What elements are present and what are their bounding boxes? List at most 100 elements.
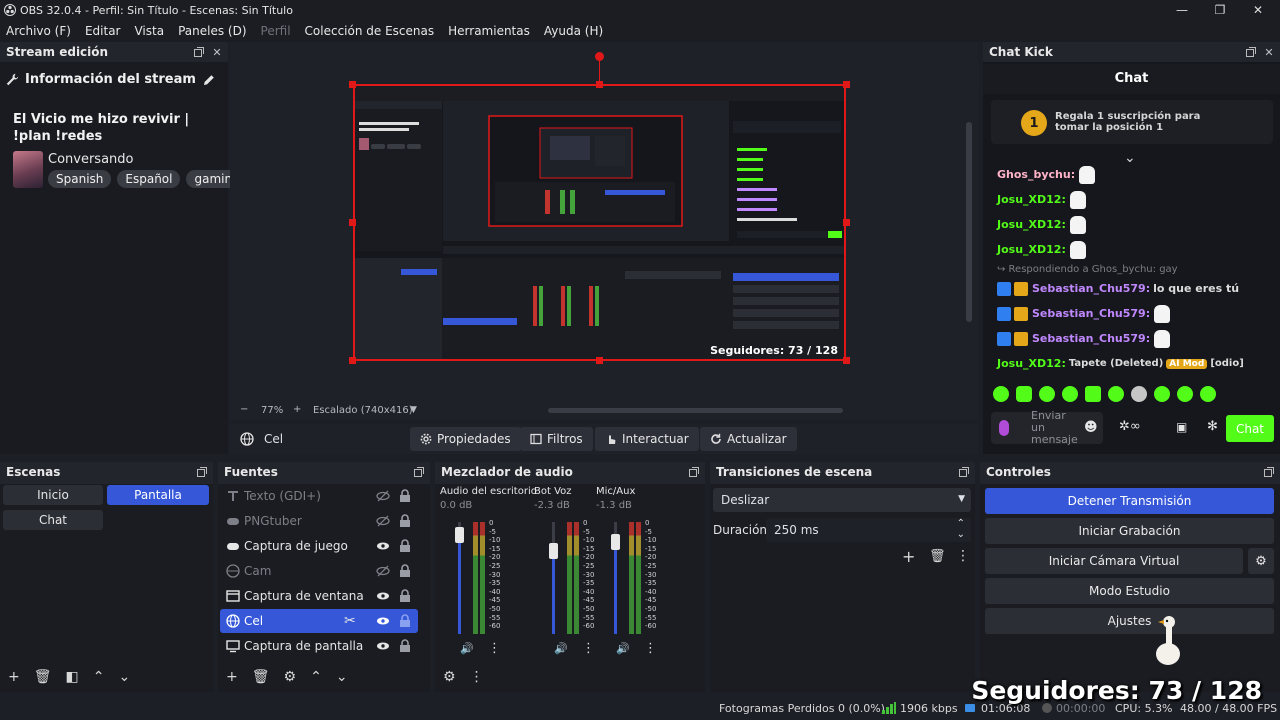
scene-item-chat[interactable]: Chat: [3, 510, 103, 530]
transition-select[interactable]: Deslizar ▼: [713, 488, 971, 512]
microphone-icon[interactable]: [999, 420, 1009, 436]
undock-icon[interactable]: [195, 465, 209, 479]
rotation-handle[interactable]: [595, 52, 604, 61]
move-up-icon[interactable]: ⌃: [93, 669, 105, 685]
menu-paneles[interactable]: Paneles (D): [172, 24, 254, 38]
chat-username[interactable]: Sebastian_Chu579:: [1032, 282, 1150, 295]
source-item[interactable]: PNGtuber: [220, 509, 418, 533]
eye-icon[interactable]: [376, 614, 390, 628]
stop-stream-button[interactable]: Detener Transmisión: [985, 488, 1274, 514]
remove-transition-icon[interactable]: 🗑: [929, 549, 946, 564]
eye-icon[interactable]: [376, 589, 390, 603]
resize-handle[interactable]: [843, 357, 850, 364]
source-item[interactable]: Captura de pantalla: [220, 634, 418, 658]
eye-icon[interactable]: [376, 539, 390, 553]
emote-icon[interactable]: [1154, 386, 1170, 402]
source-item[interactable]: Cam: [220, 559, 418, 583]
emote-icon[interactable]: [1085, 386, 1101, 402]
hype-icon[interactable]: ✲∞: [1119, 419, 1141, 434]
resize-handle[interactable]: [349, 219, 356, 226]
close-dock-icon[interactable]: ✕: [210, 45, 224, 59]
more-options-icon[interactable]: ⋮: [956, 548, 970, 564]
volume-slider-handle[interactable]: [549, 543, 558, 559]
resize-handle[interactable]: [843, 219, 850, 226]
emote-icon[interactable]: [1131, 386, 1147, 402]
move-down-icon[interactable]: ⌄: [118, 669, 130, 685]
resize-handle[interactable]: [596, 357, 603, 364]
preview-vertical-scrollbar[interactable]: [966, 122, 972, 322]
mixer-settings-icon[interactable]: ⚙: [443, 669, 456, 685]
chat-username[interactable]: Josu_XD12:: [997, 243, 1066, 256]
eye-hidden-icon[interactable]: [376, 564, 390, 578]
remove-source-icon[interactable]: 🗑: [252, 669, 270, 685]
gift-icon[interactable]: ▣: [1176, 420, 1187, 434]
chat-username[interactable]: Sebastian_Chu579:: [1032, 307, 1150, 320]
chat-input-box[interactable]: Enviar un mensaje ☻: [991, 410, 1103, 446]
emote-icon[interactable]: [1016, 386, 1032, 402]
chat-username[interactable]: Josu_XD12:: [997, 193, 1066, 206]
undock-icon[interactable]: [687, 465, 701, 479]
volume-slider-handle[interactable]: [455, 527, 464, 543]
virtual-camera-button[interactable]: Iniciar Cámara Virtual: [985, 548, 1243, 574]
lock-icon[interactable]: [399, 614, 411, 628]
pinned-gift-banner[interactable]: 1 Regala 1 suscripción para tomar la pos…: [991, 100, 1273, 144]
emote-icon[interactable]: [1039, 386, 1055, 402]
chevron-down-icon[interactable]: ▼: [410, 405, 417, 415]
source-item[interactable]: Texto (GDI+): [220, 484, 418, 508]
interact-button[interactable]: Interactuar: [595, 427, 699, 451]
spinner-icon[interactable]: ⌃ ⌄: [957, 518, 965, 540]
settings-button[interactable]: Ajustes: [985, 608, 1274, 634]
duration-input[interactable]: 250 ms ⌃ ⌄: [766, 518, 971, 542]
zoom-out-button[interactable]: −: [240, 404, 248, 415]
close-dock-icon[interactable]: ✕: [1262, 45, 1276, 59]
undock-icon[interactable]: [192, 45, 206, 59]
more-options-icon[interactable]: ⋮: [644, 641, 657, 656]
refresh-button[interactable]: Actualizar: [700, 427, 797, 451]
menu-archivo[interactable]: Archivo (F): [0, 24, 79, 38]
filters-button[interactable]: Filtros: [520, 427, 593, 451]
emoji-icon[interactable]: ☻: [1084, 420, 1098, 435]
chat-send-button[interactable]: Chat: [1226, 415, 1274, 442]
close-button[interactable]: ✕: [1238, 0, 1278, 20]
add-source-icon[interactable]: +: [226, 669, 238, 685]
speaker-icon[interactable]: 🔊: [616, 642, 630, 655]
emote-icon[interactable]: [1108, 386, 1124, 402]
more-options-icon[interactable]: ⋮: [488, 641, 501, 656]
eye-icon[interactable]: [376, 639, 390, 653]
lock-icon[interactable]: [399, 539, 411, 553]
scene-filters-icon[interactable]: ◧: [66, 669, 79, 685]
menu-ayuda[interactable]: Ayuda (H): [538, 24, 611, 38]
more-options-icon[interactable]: ⋮: [470, 669, 484, 685]
scene-item-inicio[interactable]: Inicio: [3, 485, 103, 505]
lock-icon[interactable]: [399, 639, 411, 653]
scene-item-pantalla[interactable]: Pantalla: [107, 485, 209, 505]
emote-icon[interactable]: [1062, 386, 1078, 402]
speaker-icon[interactable]: 🔊: [460, 642, 474, 655]
canvas-preview[interactable]: Seguidores: 73 / 128: [353, 84, 846, 361]
speaker-icon[interactable]: 🔊: [554, 642, 568, 655]
chat-username[interactable]: Josu_XD12:: [997, 218, 1066, 231]
resize-handle[interactable]: [596, 81, 603, 88]
menu-perfil[interactable]: Perfil: [255, 24, 299, 38]
more-options-icon[interactable]: ⋮: [582, 641, 595, 656]
emote-icon[interactable]: [1177, 386, 1193, 402]
add-transition-icon[interactable]: +: [902, 547, 915, 566]
start-recording-button[interactable]: Iniciar Grabación: [985, 518, 1274, 544]
lock-icon[interactable]: [399, 514, 411, 528]
studio-mode-button[interactable]: Modo Estudio: [985, 578, 1274, 604]
menu-editar[interactable]: Editar: [79, 24, 129, 38]
resize-handle[interactable]: [843, 81, 850, 88]
lock-icon[interactable]: [399, 589, 411, 603]
undock-icon[interactable]: [1244, 45, 1258, 59]
menu-coleccion-escenas[interactable]: Colección de Escenas: [299, 24, 443, 38]
menu-vista[interactable]: Vista: [128, 24, 172, 38]
menu-herramientas[interactable]: Herramientas: [442, 24, 538, 38]
preview-horizontal-scrollbar[interactable]: [548, 408, 843, 413]
add-scene-icon[interactable]: +: [8, 669, 20, 685]
lock-icon[interactable]: [399, 489, 411, 503]
chat-username[interactable]: Sebastian_Chu579:: [1032, 332, 1150, 345]
resize-handle[interactable]: [349, 357, 356, 364]
settings-gear-icon[interactable]: ✻: [1207, 419, 1218, 434]
source-item-selected[interactable]: Cel ✂: [220, 609, 418, 633]
maximize-button[interactable]: ❐: [1200, 0, 1240, 20]
